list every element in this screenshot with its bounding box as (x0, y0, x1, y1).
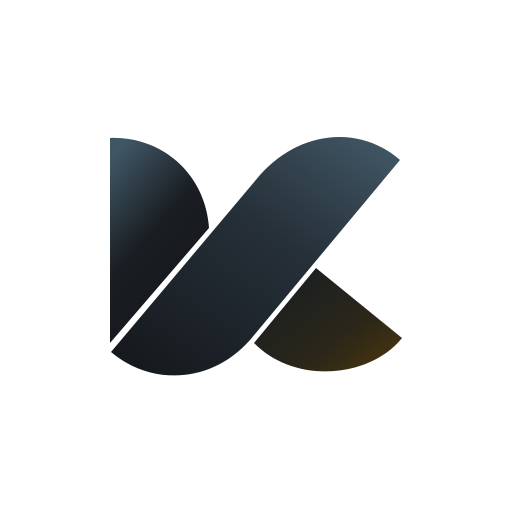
canvas (0, 0, 512, 512)
k-logo-mark (110, 137, 402, 376)
